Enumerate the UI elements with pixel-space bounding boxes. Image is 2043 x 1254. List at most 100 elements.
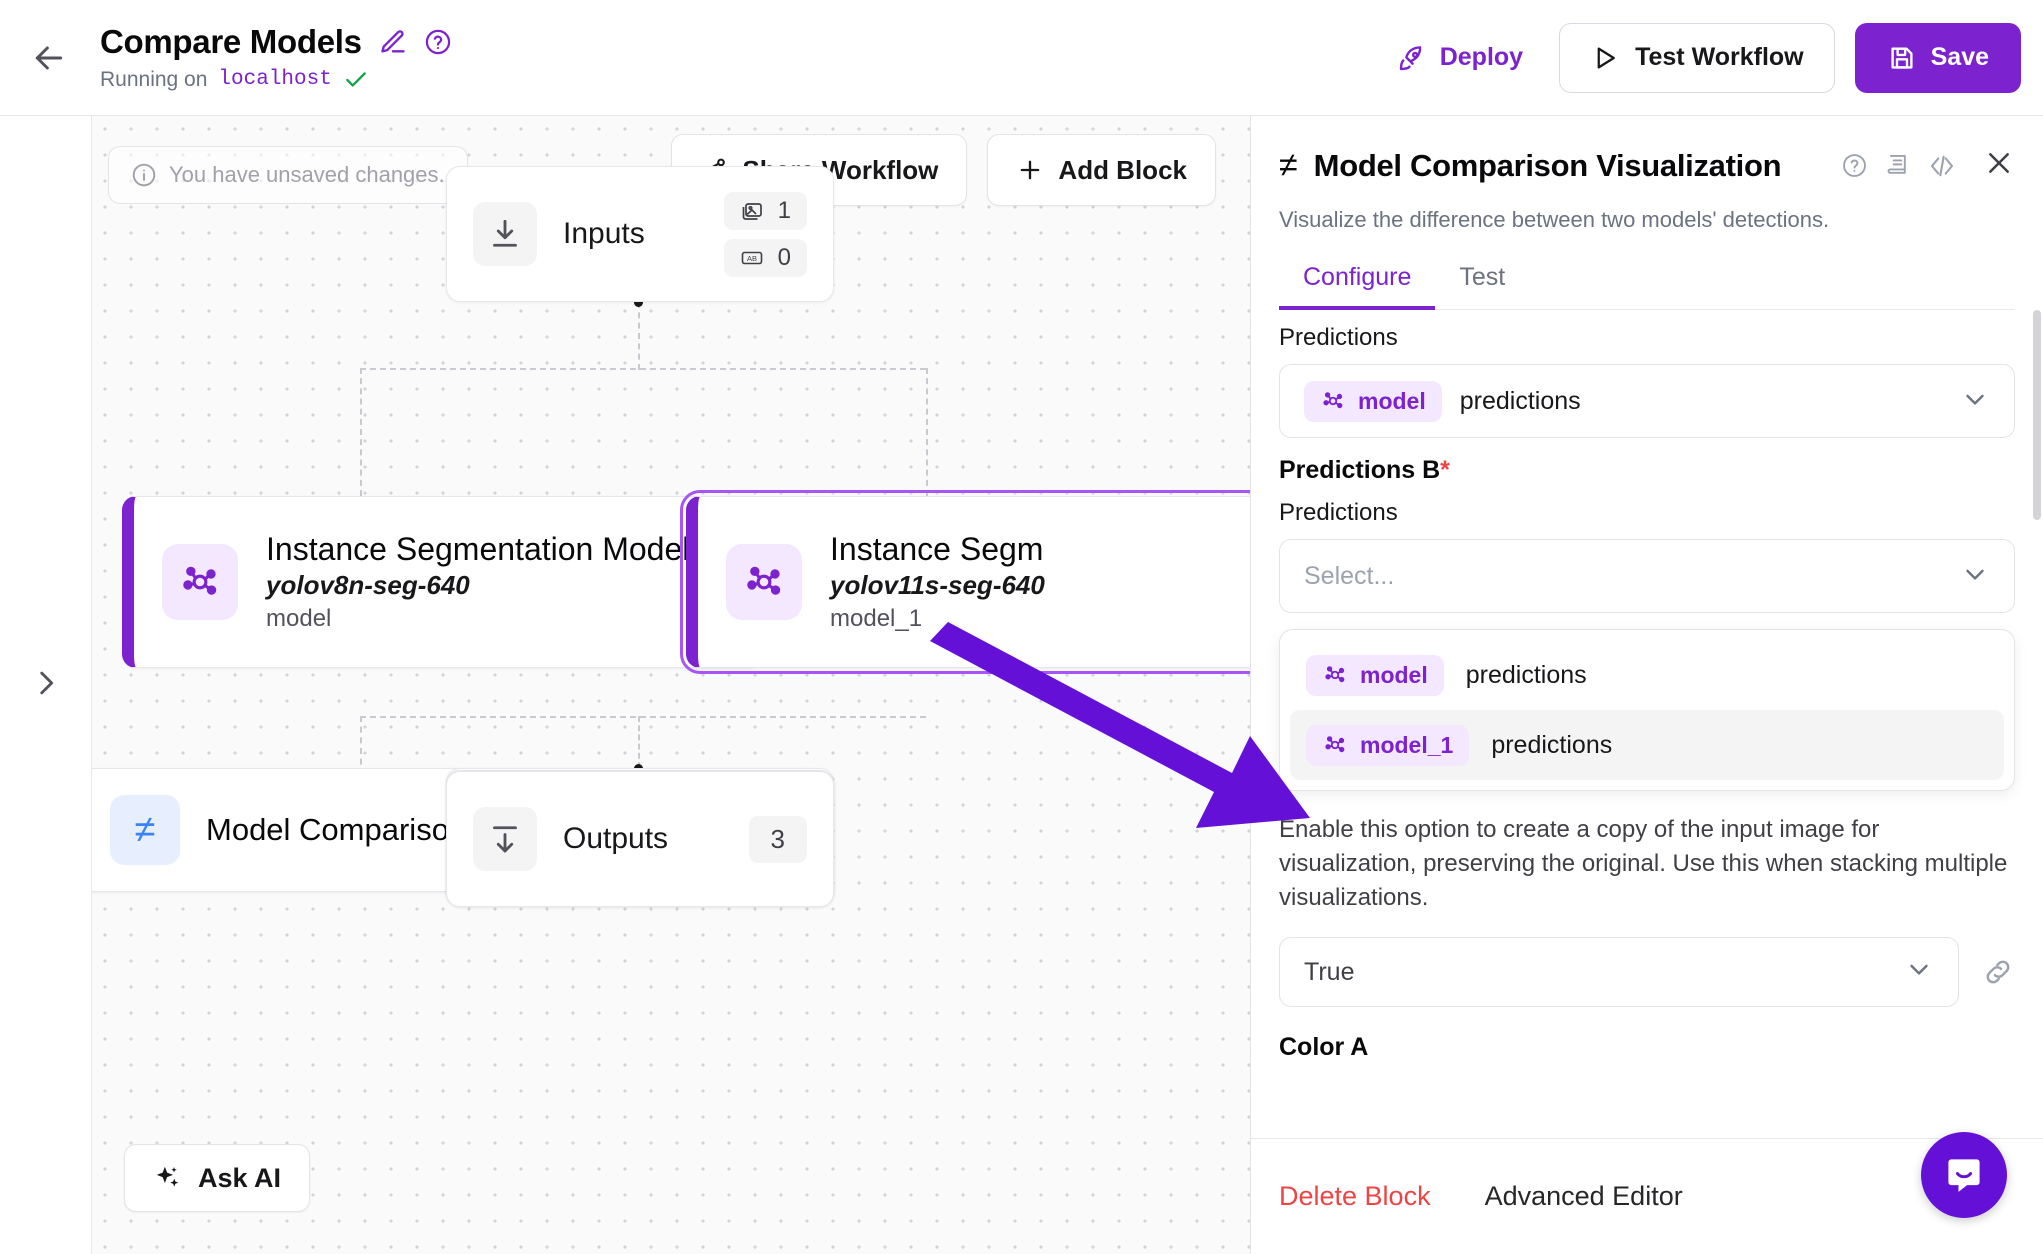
copy-image-select[interactable]: True bbox=[1279, 937, 1959, 1008]
node-outputs-label: Outputs bbox=[563, 822, 669, 855]
connector-line bbox=[638, 302, 640, 370]
svg-text:AB: AB bbox=[747, 254, 757, 263]
not-equal-icon: ≠ bbox=[1279, 146, 1298, 184]
panel-tabs: Configure Test bbox=[1279, 253, 2015, 310]
pencil-icon[interactable] bbox=[379, 28, 407, 56]
predictions-a-chip: model bbox=[1304, 380, 1442, 422]
panel-title: Model Comparison Visualization bbox=[1313, 147, 1782, 183]
node-instance-segmentation-model-a[interactable]: Instance Segmentation Model yolov8n-seg-… bbox=[122, 496, 762, 668]
chevron-down-icon bbox=[1960, 384, 1990, 419]
close-icon[interactable] bbox=[1983, 147, 2015, 184]
predictions-a-label: Predictions bbox=[1279, 324, 1398, 351]
dropdown-option-model-1[interactable]: model_1 predictions bbox=[1290, 710, 2004, 780]
required-marker: * bbox=[1440, 456, 1450, 484]
tab-configure[interactable]: Configure bbox=[1279, 253, 1436, 310]
test-workflow-label: Test Workflow bbox=[1635, 43, 1804, 71]
workflow-title-block: Compare Models Running on localhost bbox=[100, 23, 452, 93]
running-prefix: Running on bbox=[100, 67, 208, 91]
predictions-b-label: Predictions bbox=[1279, 499, 1398, 526]
model-b-subtitle: yolov11s-seg-640 bbox=[830, 570, 1045, 600]
rocket-icon bbox=[1397, 43, 1427, 73]
option-chip-model: model bbox=[1306, 654, 1444, 696]
delete-block-button[interactable]: Delete Block bbox=[1279, 1181, 1431, 1212]
option-chip-model-label: model bbox=[1360, 661, 1428, 688]
ask-ai-button[interactable]: Ask AI bbox=[124, 1144, 311, 1212]
node-outputs[interactable]: Outputs 3 bbox=[446, 771, 834, 907]
model-graph-icon bbox=[1320, 388, 1346, 414]
copy-image-value: True bbox=[1304, 957, 1355, 986]
deploy-button[interactable]: Deploy bbox=[1381, 33, 1539, 83]
help-circle-icon[interactable] bbox=[1841, 152, 1868, 179]
header-actions: Deploy Test Workflow Save bbox=[1381, 22, 2021, 93]
predictions-a-value: predictions bbox=[1459, 386, 1581, 415]
download-out-line-icon bbox=[473, 807, 537, 871]
running-status: Running on localhost bbox=[100, 67, 452, 93]
docs-book-icon[interactable] bbox=[1884, 152, 1911, 179]
save-button[interactable]: Save bbox=[1854, 22, 2021, 93]
connector-line bbox=[638, 716, 640, 768]
test-workflow-button[interactable]: Test Workflow bbox=[1559, 22, 1835, 93]
node-inputs[interactable]: Inputs 1 AB 0 bbox=[446, 166, 834, 302]
option-chip-model-1: model_1 bbox=[1306, 724, 1470, 766]
option-model-1-text: predictions bbox=[1491, 730, 1613, 759]
add-block-button[interactable]: Add Block bbox=[987, 134, 1216, 206]
info-circle-icon bbox=[131, 162, 157, 188]
download-into-line-icon bbox=[473, 202, 537, 266]
block-config-panel: ≠ Model Comparison Visualization Visuali… bbox=[1250, 116, 2043, 1254]
save-label: Save bbox=[1930, 43, 1989, 71]
panel-header: ≠ Model Comparison Visualization Visuali… bbox=[1251, 116, 2043, 310]
node-inputs-badges: 1 AB 0 bbox=[723, 191, 807, 277]
connector-line bbox=[360, 368, 362, 496]
panel-header-icons bbox=[1841, 151, 1957, 181]
app-header: Compare Models Running on localhost Depl… bbox=[0, 0, 2043, 116]
left-rail bbox=[0, 116, 92, 1254]
chevron-right-icon[interactable] bbox=[29, 666, 63, 705]
panel-scrollbar[interactable] bbox=[2033, 310, 2041, 520]
ask-ai-label: Ask AI bbox=[198, 1162, 282, 1193]
add-block-label: Add Block bbox=[1058, 154, 1187, 185]
advanced-editor-button[interactable]: Advanced Editor bbox=[1485, 1181, 1683, 1212]
play-icon bbox=[1590, 43, 1620, 73]
panel-footer: Delete Block Advanced Editor bbox=[1251, 1138, 2043, 1254]
page-title: Compare Models bbox=[100, 22, 362, 60]
option-chip-model-1-label: model_1 bbox=[1360, 731, 1454, 758]
workflow-canvas[interactable]: You have unsaved changes. Share Workflow bbox=[92, 116, 1250, 1254]
badge-image-count: 1 bbox=[723, 191, 807, 230]
badge-image-value: 1 bbox=[777, 196, 791, 224]
predictions-a-select[interactable]: model predictions bbox=[1279, 364, 2015, 438]
link-chain-icon[interactable] bbox=[1981, 955, 2015, 989]
code-brackets-icon[interactable] bbox=[1927, 151, 1957, 181]
option-model-text: predictions bbox=[1465, 660, 1587, 689]
chevron-down-icon bbox=[1960, 559, 1990, 594]
predictions-b-placeholder: Select... bbox=[1304, 561, 1395, 590]
copy-image-helper-text: Enable this option to create a copy of t… bbox=[1279, 816, 2008, 912]
panel-body[interactable]: Predictions model predictions Prediction… bbox=[1251, 310, 2043, 1138]
arrow-left-icon bbox=[35, 46, 63, 69]
plus-icon bbox=[1016, 156, 1044, 184]
image-icon bbox=[740, 199, 764, 223]
title-row: Compare Models bbox=[100, 23, 452, 61]
unsaved-changes-text: You have unsaved changes. bbox=[169, 162, 445, 187]
chevron-down-icon bbox=[1904, 954, 1934, 991]
help-circle-icon[interactable] bbox=[424, 28, 452, 56]
connector-line bbox=[360, 716, 926, 718]
model-a-texts: Instance Segmentation Model yolov8n-seg-… bbox=[266, 531, 689, 633]
connector-line bbox=[926, 368, 928, 496]
back-button[interactable] bbox=[18, 27, 80, 89]
badge-outputs-count: 3 bbox=[748, 815, 807, 863]
unsaved-changes-banner: You have unsaved changes. bbox=[108, 146, 468, 204]
node-inputs-label: Inputs bbox=[563, 217, 645, 250]
tab-test[interactable]: Test bbox=[1435, 253, 1529, 310]
not-equal-icon: ≠ bbox=[110, 795, 180, 865]
intercom-chat-icon[interactable] bbox=[1921, 1132, 2007, 1218]
badge-text-count: AB 0 bbox=[723, 238, 807, 277]
running-host: localhost bbox=[218, 68, 332, 91]
dropdown-option-model[interactable]: model predictions bbox=[1290, 640, 2004, 710]
predictions-a-chip-label: model bbox=[1358, 387, 1426, 414]
node-instance-segmentation-model-b[interactable]: Instance Segm yolov11s-seg-640 model_1 bbox=[680, 490, 1250, 674]
predictions-b-select[interactable]: Select... bbox=[1279, 539, 2015, 613]
model-b-texts: Instance Segm yolov11s-seg-640 model_1 bbox=[830, 531, 1045, 633]
predictions-b-dropdown[interactable]: model predictions model_1 predictions bbox=[1279, 629, 2015, 791]
model-graph-icon bbox=[1322, 732, 1348, 758]
model-graph-icon bbox=[1322, 662, 1348, 688]
